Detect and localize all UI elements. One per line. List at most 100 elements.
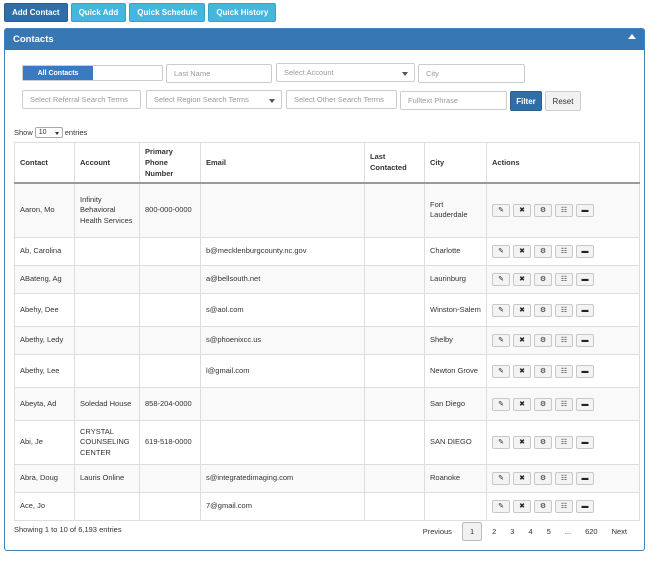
add-contact-button[interactable]: Add Contact [4, 3, 68, 22]
panel-header[interactable]: Contacts [5, 29, 644, 50]
settings-button[interactable]: ⚙ [534, 203, 552, 217]
calendar-button[interactable]: ☷ [555, 334, 573, 347]
settings-button[interactable]: ⚙ [534, 436, 552, 449]
comment-button[interactable]: ▬ [576, 273, 594, 286]
settings-button[interactable]: ⚙ [534, 364, 552, 378]
comment-button[interactable]: ▬ [576, 334, 594, 347]
pagination: Previous 1 2 3 4 5 ... 620 Next [416, 522, 634, 541]
quick-schedule-button[interactable]: Quick Schedule [129, 3, 206, 22]
table-row[interactable]: Aaron, Mo Infinity Behavioral Health Serv… [14, 182, 640, 238]
settings-button[interactable]: ⚙ [534, 303, 552, 317]
comment-button[interactable]: ▬ [576, 500, 594, 513]
row-actions: ✎ ✖ ⚙ ☷ ▬ [492, 436, 634, 449]
city-input[interactable]: City [418, 64, 525, 83]
delete-button[interactable]: ✖ [513, 303, 531, 317]
page-1[interactable]: 1 [461, 522, 483, 541]
cell-actions: ✎ ✖ ⚙ ☷ ▬ [486, 326, 640, 355]
calendar-button[interactable]: ☷ [555, 273, 573, 286]
reset-button[interactable]: Reset [545, 91, 581, 111]
page-next[interactable]: Next [605, 522, 634, 541]
table-row[interactable]: Abethy, Ledy s@phoenixcc.us Shelby ✎ ✖ ⚙ ☷ ▬ [14, 326, 640, 355]
comment-button[interactable]: ▬ [576, 397, 594, 411]
table-row[interactable]: Abeyta, Ad Soledad House 858-204-0000 San D… [14, 387, 640, 421]
comment-button[interactable]: ▬ [576, 472, 594, 485]
toolbar: Add Contact Quick Add Quick Schedule Qui… [4, 3, 277, 22]
calendar-button[interactable]: ☷ [555, 245, 573, 258]
page-620[interactable]: 620 [578, 522, 605, 541]
cell-last [364, 464, 425, 493]
cell-email: 7@gmail.com [200, 492, 365, 521]
quick-add-button[interactable]: Quick Add [70, 3, 127, 22]
settings-button[interactable]: ⚙ [534, 245, 552, 258]
calendar-button[interactable]: ☷ [555, 397, 573, 411]
calendar-button[interactable]: ☷ [555, 436, 573, 449]
edit-button[interactable]: ✎ [492, 334, 510, 347]
all-contacts-label[interactable]: All Contacts [23, 66, 93, 80]
fulltext-input[interactable]: Fulltext Phrase [400, 91, 507, 110]
referral-select[interactable]: Select Referral Search Terms [22, 90, 141, 109]
table-row[interactable]: Abi, Je CRYSTAL COUNSELING CENTER 619-518-… [14, 420, 640, 465]
delete-button[interactable]: ✖ [513, 397, 531, 411]
collapse-icon[interactable] [628, 34, 636, 39]
calendar-button[interactable]: ☷ [555, 303, 573, 317]
comment-button[interactable]: ▬ [576, 245, 594, 258]
page-2[interactable]: 2 [485, 522, 503, 541]
calendar-button[interactable]: ☷ [555, 364, 573, 378]
column-header[interactable]: Email [200, 142, 365, 184]
comment-button[interactable]: ▬ [576, 203, 594, 217]
last-name-input[interactable]: Last Name [166, 64, 272, 83]
delete-button[interactable]: ✖ [513, 500, 531, 513]
settings-button[interactable]: ⚙ [534, 397, 552, 411]
settings-button[interactable]: ⚙ [534, 334, 552, 347]
edit-button[interactable]: ✎ [492, 472, 510, 485]
region-select[interactable]: Select Region Search Terms [146, 90, 282, 109]
edit-button[interactable]: ✎ [492, 303, 510, 317]
delete-button[interactable]: ✖ [513, 203, 531, 217]
page-length-select[interactable]: 10 [34, 127, 63, 138]
other-select[interactable]: Select Other Search Terms [286, 90, 397, 109]
comment-button[interactable]: ▬ [576, 364, 594, 378]
page-4[interactable]: 4 [521, 522, 539, 541]
edit-button[interactable]: ✎ [492, 273, 510, 286]
row-actions: ✎ ✖ ⚙ ☷ ▬ [492, 334, 634, 347]
table-row[interactable]: ABateng, Ag a@bellsouth.net Laurinburg ✎ ✖ ⚙ ☷… [14, 265, 640, 294]
entries-label: entries [64, 128, 88, 137]
all-contacts-toggle[interactable]: All Contacts [22, 65, 163, 81]
comment-button[interactable]: ▬ [576, 303, 594, 317]
account-select[interactable]: Select Account [276, 63, 415, 82]
filter-button[interactable]: Filter [510, 91, 542, 111]
edit-button[interactable]: ✎ [492, 364, 510, 378]
delete-button[interactable]: ✖ [513, 472, 531, 485]
comment-button[interactable]: ▬ [576, 436, 594, 449]
quick-history-button[interactable]: Quick History [208, 3, 277, 22]
table-row[interactable]: Abethy, Lee l@gmail.com Newton Grove ✎ ✖ ⚙ ☷ ▬ [14, 354, 640, 388]
column-header[interactable]: Contact [14, 142, 75, 184]
column-header[interactable]: Last Contacted [364, 142, 425, 184]
table-row[interactable]: Abehy, Dee s@aol.com Winston-Salem ✎ ✖ ⚙ ☷ ▬ [14, 293, 640, 327]
calendar-button[interactable]: ☷ [555, 500, 573, 513]
column-header[interactable]: Account [74, 142, 140, 184]
page-3[interactable]: 3 [503, 522, 521, 541]
page-5[interactable]: 5 [540, 522, 558, 541]
delete-button[interactable]: ✖ [513, 245, 531, 258]
delete-button[interactable]: ✖ [513, 436, 531, 449]
calendar-button[interactable]: ☷ [555, 472, 573, 485]
settings-button[interactable]: ⚙ [534, 472, 552, 485]
delete-button[interactable]: ✖ [513, 334, 531, 347]
delete-button[interactable]: ✖ [513, 273, 531, 286]
edit-button[interactable]: ✎ [492, 500, 510, 513]
calendar-button[interactable]: ☷ [555, 203, 573, 217]
edit-button[interactable]: ✎ [492, 397, 510, 411]
table-row[interactable]: Ace, Jo 7@gmail.com ✎ ✖ ⚙ ☷ ▬ [14, 492, 640, 521]
edit-button[interactable]: ✎ [492, 436, 510, 449]
page-previous[interactable]: Previous [416, 522, 459, 541]
table-row[interactable]: Abra, Doug Lauris Online s@integratedimagi… [14, 464, 640, 493]
table-row[interactable]: Ab, Carolina b@mecklenburgcounty.nc.gov Ch… [14, 237, 640, 266]
edit-button[interactable]: ✎ [492, 245, 510, 258]
settings-button[interactable]: ⚙ [534, 500, 552, 513]
settings-button[interactable]: ⚙ [534, 273, 552, 286]
column-header[interactable]: Primary Phone Number [139, 142, 201, 184]
column-header[interactable]: City [424, 142, 487, 184]
delete-button[interactable]: ✖ [513, 364, 531, 378]
edit-button[interactable]: ✎ [492, 203, 510, 217]
